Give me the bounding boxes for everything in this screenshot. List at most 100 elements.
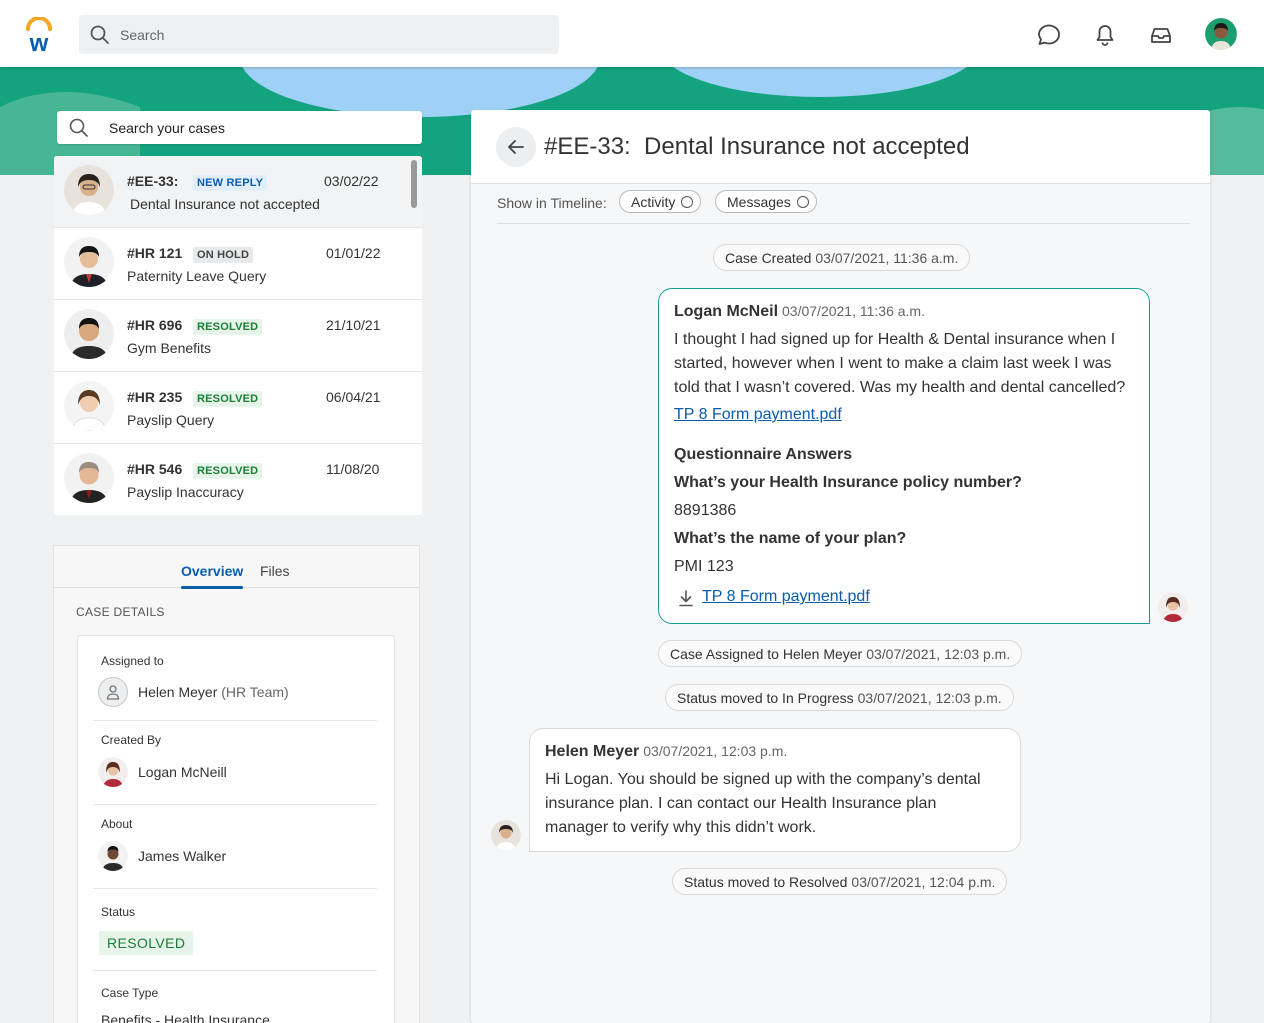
assignee-team: (HR Team) xyxy=(221,684,289,700)
case-list-item[interactable]: #EE-33: NEW REPLY 03/02/22 Dental Insura… xyxy=(54,156,422,228)
status-badge: RESOLVED xyxy=(193,463,263,479)
case-date: 03/02/22 xyxy=(324,173,379,189)
message-time: 03/07/2021, 11:36 a.m. xyxy=(782,303,925,319)
avatar xyxy=(98,757,128,787)
message-author: Helen Meyer 03/07/2021, 12:03 p.m. xyxy=(545,743,787,761)
case-id: #HR 546 xyxy=(127,461,183,477)
message-line: manager to verify why this didn’t work. xyxy=(545,819,817,836)
chip-label: Messages xyxy=(727,193,791,210)
case-date: 06/04/21 xyxy=(326,389,381,405)
workday-logo[interactable]: w xyxy=(24,17,54,53)
creator-name[interactable]: Logan McNeill xyxy=(138,764,227,780)
event-timestamp: 03/07/2021, 12:03 p.m. xyxy=(866,645,1011,662)
bell-icon[interactable] xyxy=(1093,23,1117,47)
case-details-panel: Overview Files CASE DETAILS Assigned to … xyxy=(53,545,420,1023)
page-title: #EE-33: Dental Insurance not accepted xyxy=(544,133,970,160)
case-id: #EE-33: xyxy=(127,173,179,189)
case-detail-view: #EE-33: Dental Insurance not accepted Sh… xyxy=(471,110,1210,1023)
field-label: Assigned to xyxy=(101,654,164,668)
timeline-label: Show in Timeline: xyxy=(497,195,607,211)
person-icon xyxy=(98,677,128,707)
about-name[interactable]: James Walker xyxy=(138,848,226,864)
avatar xyxy=(64,381,114,431)
case-date: 11/08/20 xyxy=(326,461,380,477)
case-list-item[interactable]: #HR 235 RESOLVED 06/04/21 Payslip Query xyxy=(54,372,422,444)
radio-icon xyxy=(681,195,694,208)
status-badge: RESOLVED xyxy=(193,319,263,335)
message-helen: Helen Meyer 03/07/2021, 12:03 p.m. Hi Log… xyxy=(529,728,1021,852)
message-author: Logan McNeil 03/07/2021, 11:36 a.m. xyxy=(674,303,925,321)
message-line: I thought I had signed up for Health & D… xyxy=(674,331,1116,348)
case-title: Dental Insurance not accepted xyxy=(130,196,320,212)
assignee-name-text: Helen Meyer xyxy=(138,684,218,700)
tab-files[interactable]: Files xyxy=(260,563,290,579)
event-timestamp: 03/07/2021, 12:03 p.m. xyxy=(857,689,1002,706)
timeline-filter-bar: Show in Timeline: Activity Messages xyxy=(497,190,1190,224)
message-line: Hi Logan. You should be signed up with t… xyxy=(545,771,981,788)
field-label: Created By xyxy=(101,733,162,747)
timeline-event: Status moved to Resolved 03/07/2021, 12:0… xyxy=(672,868,1008,895)
event-text: Status moved to Resolved xyxy=(684,873,848,890)
case-list-item[interactable]: #HR 546 RESOLVED 11/08/20 Payslip Inaccu… xyxy=(54,444,422,515)
back-button[interactable] xyxy=(496,127,536,167)
case-search-input[interactable]: Search your cases xyxy=(57,111,422,144)
message-line: insurance plan. I can contact our Health… xyxy=(545,795,937,812)
case-title: Payslip Inaccuracy xyxy=(127,484,244,500)
timeline-event: Case Assigned to Helen Meyer 03/07/2021, … xyxy=(658,640,1023,667)
assignee-name[interactable]: Helen Meyer (HR Team) xyxy=(138,684,289,700)
case-date: 01/01/22 xyxy=(326,245,381,261)
download-icon[interactable] xyxy=(678,589,694,607)
tab-overview[interactable]: Overview xyxy=(181,563,244,589)
case-id: #HR 235 xyxy=(127,389,183,405)
message-line: told that I wasn’t covered. Was my healt… xyxy=(674,379,1126,396)
status-badge: RESOLVED xyxy=(193,391,263,407)
global-search-input[interactable]: Search xyxy=(79,15,559,54)
message-logan: Logan McNeil 03/07/2021, 11:36 a.m. I tho… xyxy=(658,288,1150,624)
event-text: Case Assigned to Helen Meyer xyxy=(670,645,863,662)
question: What’s the name of your plan? xyxy=(674,530,907,547)
avatar xyxy=(64,237,114,287)
case-type-field: Case Type Benefits - Health Insurance xyxy=(93,971,377,1023)
status-field: Status RESOLVED xyxy=(93,889,377,971)
status-badge: ON HOLD xyxy=(193,247,254,263)
inbox-icon[interactable] xyxy=(1149,23,1173,47)
chip-label: Activity xyxy=(631,193,676,210)
avatar xyxy=(64,309,114,359)
user-avatar[interactable] xyxy=(1205,18,1237,50)
download-link[interactable]: TP 8 Form payment.pdf xyxy=(702,588,870,606)
author-name: Logan McNeil xyxy=(674,303,779,320)
avatar xyxy=(491,820,521,850)
event-text: Status moved to In Progress xyxy=(677,689,854,706)
attachment-link[interactable]: TP 8 Form payment.pdf xyxy=(674,406,842,424)
search-icon xyxy=(90,25,109,44)
top-bar: w Search xyxy=(0,0,1264,67)
status-badge: RESOLVED xyxy=(99,931,194,955)
search-placeholder: Search xyxy=(120,26,165,43)
case-list-item[interactable]: #HR 696 RESOLVED 21/10/21 Gym Benefits xyxy=(54,300,422,372)
event-timestamp: 03/07/2021, 11:36 a.m. xyxy=(815,249,959,266)
author-name: Helen Meyer xyxy=(545,743,640,760)
case-type-value: Benefits - Health Insurance xyxy=(101,1012,270,1023)
message-time: 03/07/2021, 12:03 p.m. xyxy=(643,743,788,759)
case-list: #EE-33: NEW REPLY 03/02/22 Dental Insura… xyxy=(54,156,422,515)
question: What’s your Health Insurance policy numb… xyxy=(674,474,1022,491)
details-card: Assigned to Helen Meyer (HR Team) Create… xyxy=(77,635,395,1023)
case-date: 21/10/21 xyxy=(326,317,381,333)
case-title: Gym Benefits xyxy=(127,340,212,356)
chat-icon[interactable] xyxy=(1037,23,1061,47)
case-list-scrollbar[interactable] xyxy=(411,160,417,208)
message-line: started, however when I went to make a c… xyxy=(674,355,1112,372)
case-list-item[interactable]: #HR 121 ON HOLD 01/01/22 Paternity Leave… xyxy=(54,228,422,300)
details-tabs: Overview Files xyxy=(54,546,419,589)
messages-filter-toggle[interactable]: Messages xyxy=(715,190,817,213)
event-timestamp: 03/07/2021, 12:04 p.m. xyxy=(851,873,996,890)
field-label: Status xyxy=(101,905,136,919)
svg-text:w: w xyxy=(29,30,49,53)
case-id: #HR 121 xyxy=(127,245,183,261)
activity-filter-toggle[interactable]: Activity xyxy=(619,190,702,213)
case-title: Payslip Query xyxy=(127,412,215,428)
case-header: #EE-33: Dental Insurance not accepted xyxy=(471,110,1210,184)
avatar xyxy=(98,841,128,871)
field-label: About xyxy=(101,817,133,831)
timeline-event: Status moved to In Progress 03/07/2021, 1… xyxy=(665,684,1014,711)
